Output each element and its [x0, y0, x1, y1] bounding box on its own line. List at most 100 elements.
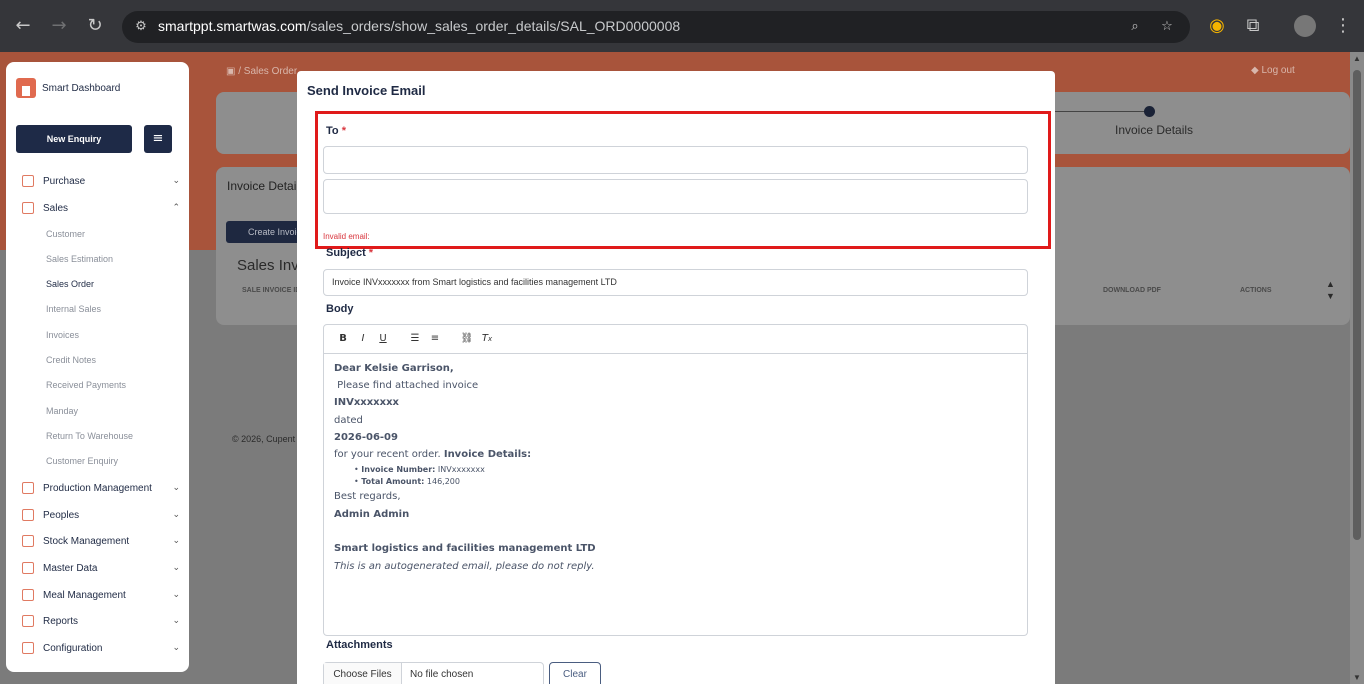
chevron-down-icon: ⌄ [172, 510, 180, 520]
more-icon[interactable]: ⋮ [1331, 14, 1355, 38]
subject-input[interactable]: Invoice INVxxxxxxx from Smart logistics … [323, 269, 1028, 296]
scroll-down-icon[interactable]: ▼ [1352, 673, 1362, 682]
ordered-list-icon[interactable]: ☰ [406, 330, 424, 348]
clear-button[interactable]: Clear [549, 662, 601, 684]
sidebar-subitem-internal-sales[interactable]: Internal Sales [46, 304, 101, 314]
chevron-down-icon: ⌄ [172, 176, 180, 186]
sidebar-subitem-sales-order[interactable]: Sales Order [46, 279, 94, 289]
puzzle-icon[interactable]: ⧉ [1241, 14, 1265, 38]
logout-link[interactable]: ◆ Log out [1251, 65, 1295, 76]
reload-icon[interactable]: ↻ [83, 14, 107, 38]
sidebar-item-master-data[interactable]: Master Data ⌄ [22, 559, 180, 577]
body-company: Smart logistics and facilities managemen… [334, 543, 596, 554]
sidebar-subitem-customer-enquiry[interactable]: Customer Enquiry [46, 456, 118, 466]
body-label: Body [326, 303, 354, 315]
sidebar-subitem-invoices[interactable]: Invoices [46, 330, 79, 340]
extension-icon[interactable]: ◉ [1205, 14, 1229, 38]
column-header: DOWNLOAD PDF [1103, 287, 1161, 294]
to-email-input[interactable] [323, 146, 1028, 174]
sidebar-item-reports[interactable]: Reports ⌄ [22, 612, 180, 630]
link-icon[interactable]: ⛓ [458, 330, 476, 348]
bullet-list-icon[interactable]: ≡ [426, 330, 444, 348]
scroll-up-icon[interactable]: ▲ [1352, 54, 1362, 63]
chevron-down-icon: ⌄ [172, 483, 180, 493]
sidebar-item-purchase[interactable]: Purchase ⌄ [22, 172, 180, 190]
brand[interactable]: Smart Dashboard [16, 78, 120, 98]
configuration-icon [22, 642, 34, 654]
star-icon[interactable]: ☆ [1158, 18, 1176, 36]
subject-label: Subject * [326, 247, 374, 259]
send-invoice-email-modal: Send Invoice Email To * Invalid email: S… [297, 71, 1055, 684]
chevron-down-icon: ⌄ [172, 563, 180, 573]
body-editor[interactable]: B I U ☰ ≡ ⛓ Tx Dear Kelsie Garrison, Ple… [323, 324, 1028, 636]
sidebar-item-meal-management[interactable]: Meal Management ⌄ [22, 586, 180, 604]
hamburger-menu-icon[interactable]: ≡ [144, 125, 172, 153]
zoom-icon[interactable]: ⌕ [1126, 18, 1144, 36]
back-icon[interactable]: ← [11, 14, 35, 38]
scroll-thumb[interactable] [1353, 70, 1361, 540]
new-enquiry-button[interactable]: New Enquiry [16, 125, 132, 153]
sidebar-subitem-return-to-warehouse[interactable]: Return To Warehouse [46, 431, 133, 441]
body-note: This is an autogenerated email, please d… [334, 561, 595, 572]
body-line: Please find attached invoice [334, 380, 479, 391]
meal-icon [22, 589, 34, 601]
breadcrumb[interactable]: ▣ / Sales Order [226, 66, 297, 77]
attachments-label: Attachments [326, 639, 393, 651]
brand-logo-icon [16, 78, 36, 98]
stepper-dot [1144, 106, 1155, 117]
stepper-label: Invoice Details [1115, 123, 1194, 137]
italic-icon[interactable]: I [354, 330, 372, 348]
chevron-up-icon: ⌃ [172, 203, 180, 213]
chevron-down-icon: ⌄ [172, 616, 180, 626]
editor-toolbar: B I U ☰ ≡ ⛓ Tx [324, 325, 1027, 354]
site-info-icon[interactable]: ⚙ [132, 18, 150, 36]
page-scrollbar[interactable]: ▲ ▼ [1350, 52, 1364, 684]
chevron-down-icon: ⌄ [172, 643, 180, 653]
sidebar-item-sales[interactable]: Sales ⌃ [22, 199, 180, 217]
body-invoice-number: INVxxxxxxx [334, 397, 399, 408]
sidebar-item-peoples[interactable]: Peoples ⌄ [22, 506, 180, 524]
clear-format-icon[interactable]: Tx [478, 330, 496, 348]
address-bar[interactable]: ⚙ smartppt.smartwas.com/sales_orders/sho… [122, 11, 1190, 43]
sidebar-item-production-management[interactable]: Production Management ⌄ [22, 479, 180, 497]
bold-icon[interactable]: B [334, 330, 352, 348]
profile-icon[interactable] [1294, 15, 1316, 37]
sidebar-subitem-received-payments[interactable]: Received Payments [46, 380, 126, 390]
underline-icon[interactable]: U [374, 330, 392, 348]
file-input[interactable]: Choose Files No file chosen [323, 662, 544, 684]
column-header: ACTIONS [1240, 287, 1272, 294]
body-recent-order: for your recent order. Invoice Details: [334, 449, 532, 460]
sidebar-subitem-customer[interactable]: Customer [46, 229, 85, 239]
production-icon [22, 482, 34, 494]
sidebar-subitem-sales-estimation[interactable]: Sales Estimation [46, 254, 113, 264]
card-title: Invoice Details [227, 179, 306, 193]
sidebar-subitem-manday[interactable]: Manday [46, 406, 78, 416]
body-regards: Best regards, [334, 491, 401, 502]
sales-icon [22, 202, 34, 214]
forward-icon[interactable]: → [47, 14, 71, 38]
brand-name: Smart Dashboard [42, 82, 121, 94]
chevron-down-icon: ⌄ [172, 590, 180, 600]
sidebar-item-configuration[interactable]: Configuration ⌄ [22, 639, 180, 657]
to-email-list[interactable] [323, 179, 1028, 214]
sort-icon[interactable]: ▲ ▼ [1326, 278, 1335, 302]
file-name-text: No file chosen [410, 669, 474, 680]
create-invoice-button[interactable]: Create Invoice [226, 221, 306, 243]
url-text: smartppt.smartwas.com/sales_orders/show_… [158, 18, 681, 34]
stock-icon [22, 535, 34, 547]
body-greeting: Dear Kelsie Garrison, [334, 363, 454, 374]
sidebar-subitem-credit-notes[interactable]: Credit Notes [46, 355, 96, 365]
cart-icon [22, 175, 34, 187]
invalid-email-message: Invalid email: [323, 232, 370, 241]
sidebar: Smart Dashboard New Enquiry ≡ Purchase ⌄… [6, 62, 189, 672]
body-dated: dated [334, 415, 363, 426]
master-data-icon [22, 562, 34, 574]
sidebar-item-stock-management[interactable]: Stock Management ⌄ [22, 532, 180, 550]
footer-text: © 2026, Cupent [232, 434, 296, 444]
people-icon [22, 509, 34, 521]
email-body[interactable]: Dear Kelsie Garrison, Please find attach… [324, 354, 1027, 572]
choose-files-button[interactable]: Choose Files [324, 663, 402, 684]
body-date: 2026-06-09 [334, 432, 398, 443]
modal-title: Send Invoice Email [307, 83, 426, 98]
column-header: SALE INVOICE ID [242, 287, 301, 294]
